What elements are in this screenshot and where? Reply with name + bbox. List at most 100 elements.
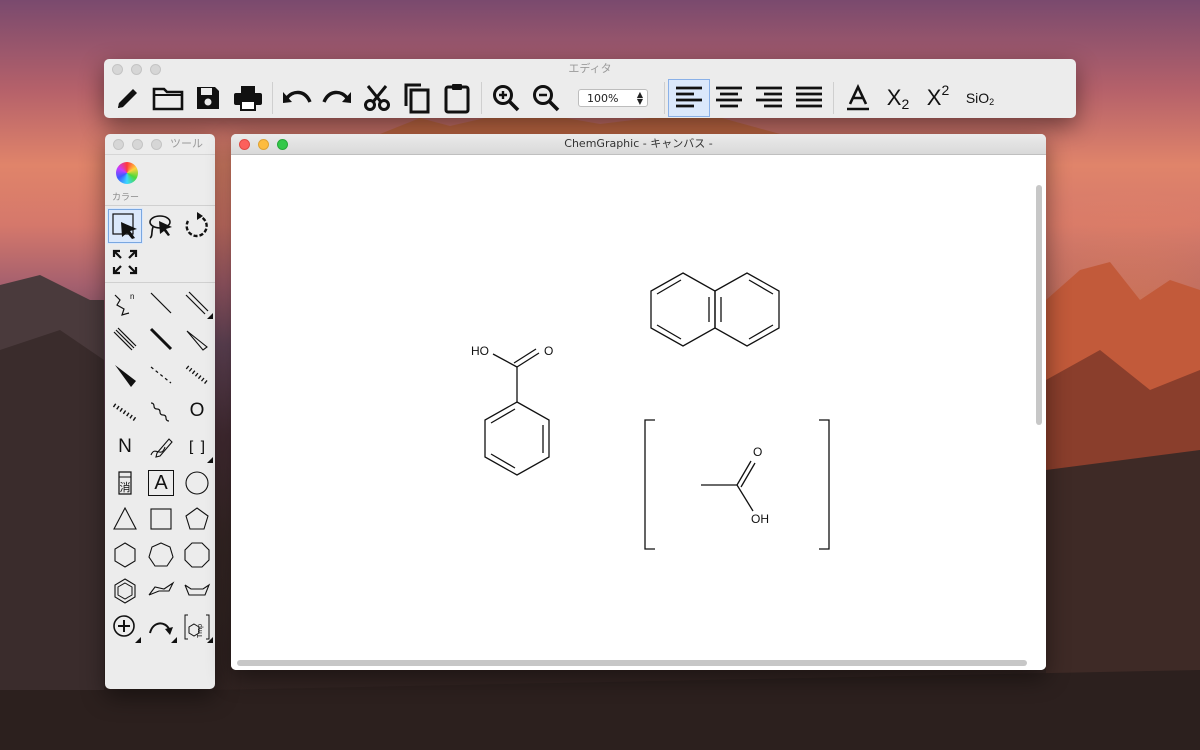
editor-toolbar: 100% ▲ ▼ X2 X2 SiO 2 bbox=[104, 79, 1076, 117]
acid-hydroxyl-label: OH bbox=[751, 512, 769, 526]
circle-icon[interactable] bbox=[179, 465, 215, 501]
chair-conformation-icon[interactable] bbox=[143, 573, 179, 609]
align-right-icon[interactable] bbox=[749, 80, 789, 116]
horizontal-scrollbar[interactable] bbox=[237, 660, 1027, 666]
hash-bond-icon[interactable] bbox=[179, 357, 215, 393]
pencil-icon[interactable] bbox=[108, 80, 148, 116]
hashed-wedge-icon[interactable] bbox=[107, 393, 143, 429]
align-center-icon[interactable] bbox=[709, 80, 749, 116]
superscript-digit: 2 bbox=[941, 82, 950, 98]
align-justify-icon[interactable] bbox=[789, 80, 829, 116]
chem-formula-button[interactable]: SiO 2 bbox=[958, 80, 1002, 116]
heptagon-icon[interactable] bbox=[143, 537, 179, 573]
chain-bond-icon[interactable]: n bbox=[107, 285, 143, 321]
select-arrow-icon[interactable] bbox=[107, 208, 143, 244]
benzene-icon[interactable] bbox=[107, 573, 143, 609]
hexagon-icon[interactable] bbox=[107, 537, 143, 573]
bracket-label: [ ] bbox=[188, 438, 206, 456]
pentagon-icon[interactable] bbox=[179, 501, 215, 537]
color-picker: カラー bbox=[105, 154, 215, 206]
subscript-digit: 2 bbox=[901, 96, 910, 112]
acetic-acid-bracket-structure[interactable]: O OH bbox=[644, 419, 830, 550]
copy-icon[interactable] bbox=[397, 80, 437, 116]
align-left-icon[interactable] bbox=[668, 79, 710, 117]
zoom-out-icon[interactable] bbox=[526, 80, 566, 116]
octagon-icon[interactable] bbox=[179, 537, 215, 573]
zoom-button[interactable] bbox=[150, 64, 161, 75]
double-bond-icon[interactable] bbox=[179, 285, 215, 321]
zoom-select[interactable]: 100% ▲ ▼ bbox=[578, 89, 648, 107]
zoom-button[interactable] bbox=[151, 139, 162, 150]
tools-window: ツール カラー n O N [] 消 A Tmp bbox=[105, 134, 215, 689]
vertical-scrollbar[interactable] bbox=[1036, 185, 1042, 425]
triple-bond-icon[interactable] bbox=[107, 321, 143, 357]
text-color-icon[interactable] bbox=[838, 80, 878, 116]
wavy-bond-icon[interactable] bbox=[143, 393, 179, 429]
acid-oxygen-label: O bbox=[753, 445, 762, 459]
editor-title: エディタ bbox=[568, 62, 612, 75]
print-icon[interactable] bbox=[228, 80, 268, 116]
hydroxyl-label: HO bbox=[471, 344, 489, 358]
canvas-window: ChemGraphic - キャンバス - HO O O OH bbox=[231, 134, 1046, 670]
toolbar-separator bbox=[272, 82, 273, 114]
paste-icon[interactable] bbox=[437, 80, 477, 116]
triangle-icon[interactable] bbox=[107, 501, 143, 537]
zoom-button[interactable] bbox=[277, 139, 288, 150]
bold-bond-icon[interactable] bbox=[143, 321, 179, 357]
canvas-drawing: HO O O OH bbox=[471, 272, 830, 550]
cut-icon[interactable] bbox=[357, 80, 397, 116]
bracket-tool[interactable]: [ ] bbox=[179, 429, 215, 465]
eraser-icon[interactable]: 消 bbox=[107, 465, 143, 501]
wedge-bond-icon[interactable] bbox=[107, 357, 143, 393]
charge-plus-icon[interactable] bbox=[107, 609, 143, 645]
toolbar-separator bbox=[833, 82, 834, 114]
chain-n-label: n bbox=[130, 292, 134, 301]
wedge-outline-icon[interactable] bbox=[179, 321, 215, 357]
close-button[interactable] bbox=[239, 139, 250, 150]
eraser-label: 消 bbox=[120, 480, 131, 494]
save-icon[interactable] bbox=[188, 80, 228, 116]
tools-title: ツール bbox=[170, 137, 203, 150]
undo-icon[interactable] bbox=[277, 80, 317, 116]
chem-formula-digit: 2 bbox=[989, 97, 995, 107]
boat-conformation-icon[interactable] bbox=[179, 573, 215, 609]
subscript-button[interactable]: X2 bbox=[878, 80, 918, 116]
color-label: カラー bbox=[112, 193, 140, 203]
text-tool-label: A bbox=[148, 470, 174, 496]
close-button[interactable] bbox=[113, 139, 124, 150]
tools-titlebar: ツール bbox=[105, 134, 215, 154]
superscript-base: X bbox=[926, 85, 942, 110]
single-bond-icon[interactable] bbox=[143, 285, 179, 321]
naphthalene-structure[interactable] bbox=[650, 272, 780, 347]
canvas-title: ChemGraphic - キャンバス - bbox=[564, 137, 713, 150]
square-icon[interactable] bbox=[143, 501, 179, 537]
text-tool-button[interactable]: A bbox=[143, 465, 179, 501]
editor-titlebar: エディタ bbox=[104, 59, 1076, 79]
pencil-draw-icon[interactable] bbox=[143, 429, 179, 465]
benzoic-acid-structure[interactable]: HO O bbox=[471, 344, 553, 476]
resize-icon[interactable] bbox=[107, 244, 143, 280]
minimize-button[interactable] bbox=[131, 64, 142, 75]
minimize-button[interactable] bbox=[258, 139, 269, 150]
color-wheel-icon[interactable] bbox=[116, 162, 138, 184]
folder-icon[interactable] bbox=[148, 80, 188, 116]
zoom-value: 100% bbox=[587, 91, 619, 105]
nitrogen-atom-button[interactable]: N bbox=[107, 429, 143, 465]
minimize-button[interactable] bbox=[132, 139, 143, 150]
zoom-in-icon[interactable] bbox=[486, 80, 526, 116]
superscript-button[interactable]: X2 bbox=[918, 80, 958, 116]
toolbar-separator bbox=[664, 82, 665, 114]
rotate-icon[interactable] bbox=[179, 208, 215, 244]
lasso-icon[interactable] bbox=[143, 208, 179, 244]
redo-icon[interactable] bbox=[317, 80, 357, 116]
close-button[interactable] bbox=[112, 64, 123, 75]
toolbar-separator bbox=[481, 82, 482, 114]
template-icon[interactable]: Tmp bbox=[179, 609, 215, 645]
drawing-canvas[interactable]: HO O O OH bbox=[231, 155, 1046, 670]
oxygen-atom-button[interactable]: O bbox=[179, 393, 215, 429]
dashed-bond-icon[interactable] bbox=[143, 357, 179, 393]
template-label: Tmp bbox=[197, 624, 204, 638]
canvas-titlebar: ChemGraphic - キャンバス - bbox=[231, 134, 1046, 155]
carbonyl-oxygen-label: O bbox=[544, 344, 553, 358]
curved-arrow-icon[interactable] bbox=[143, 609, 179, 645]
